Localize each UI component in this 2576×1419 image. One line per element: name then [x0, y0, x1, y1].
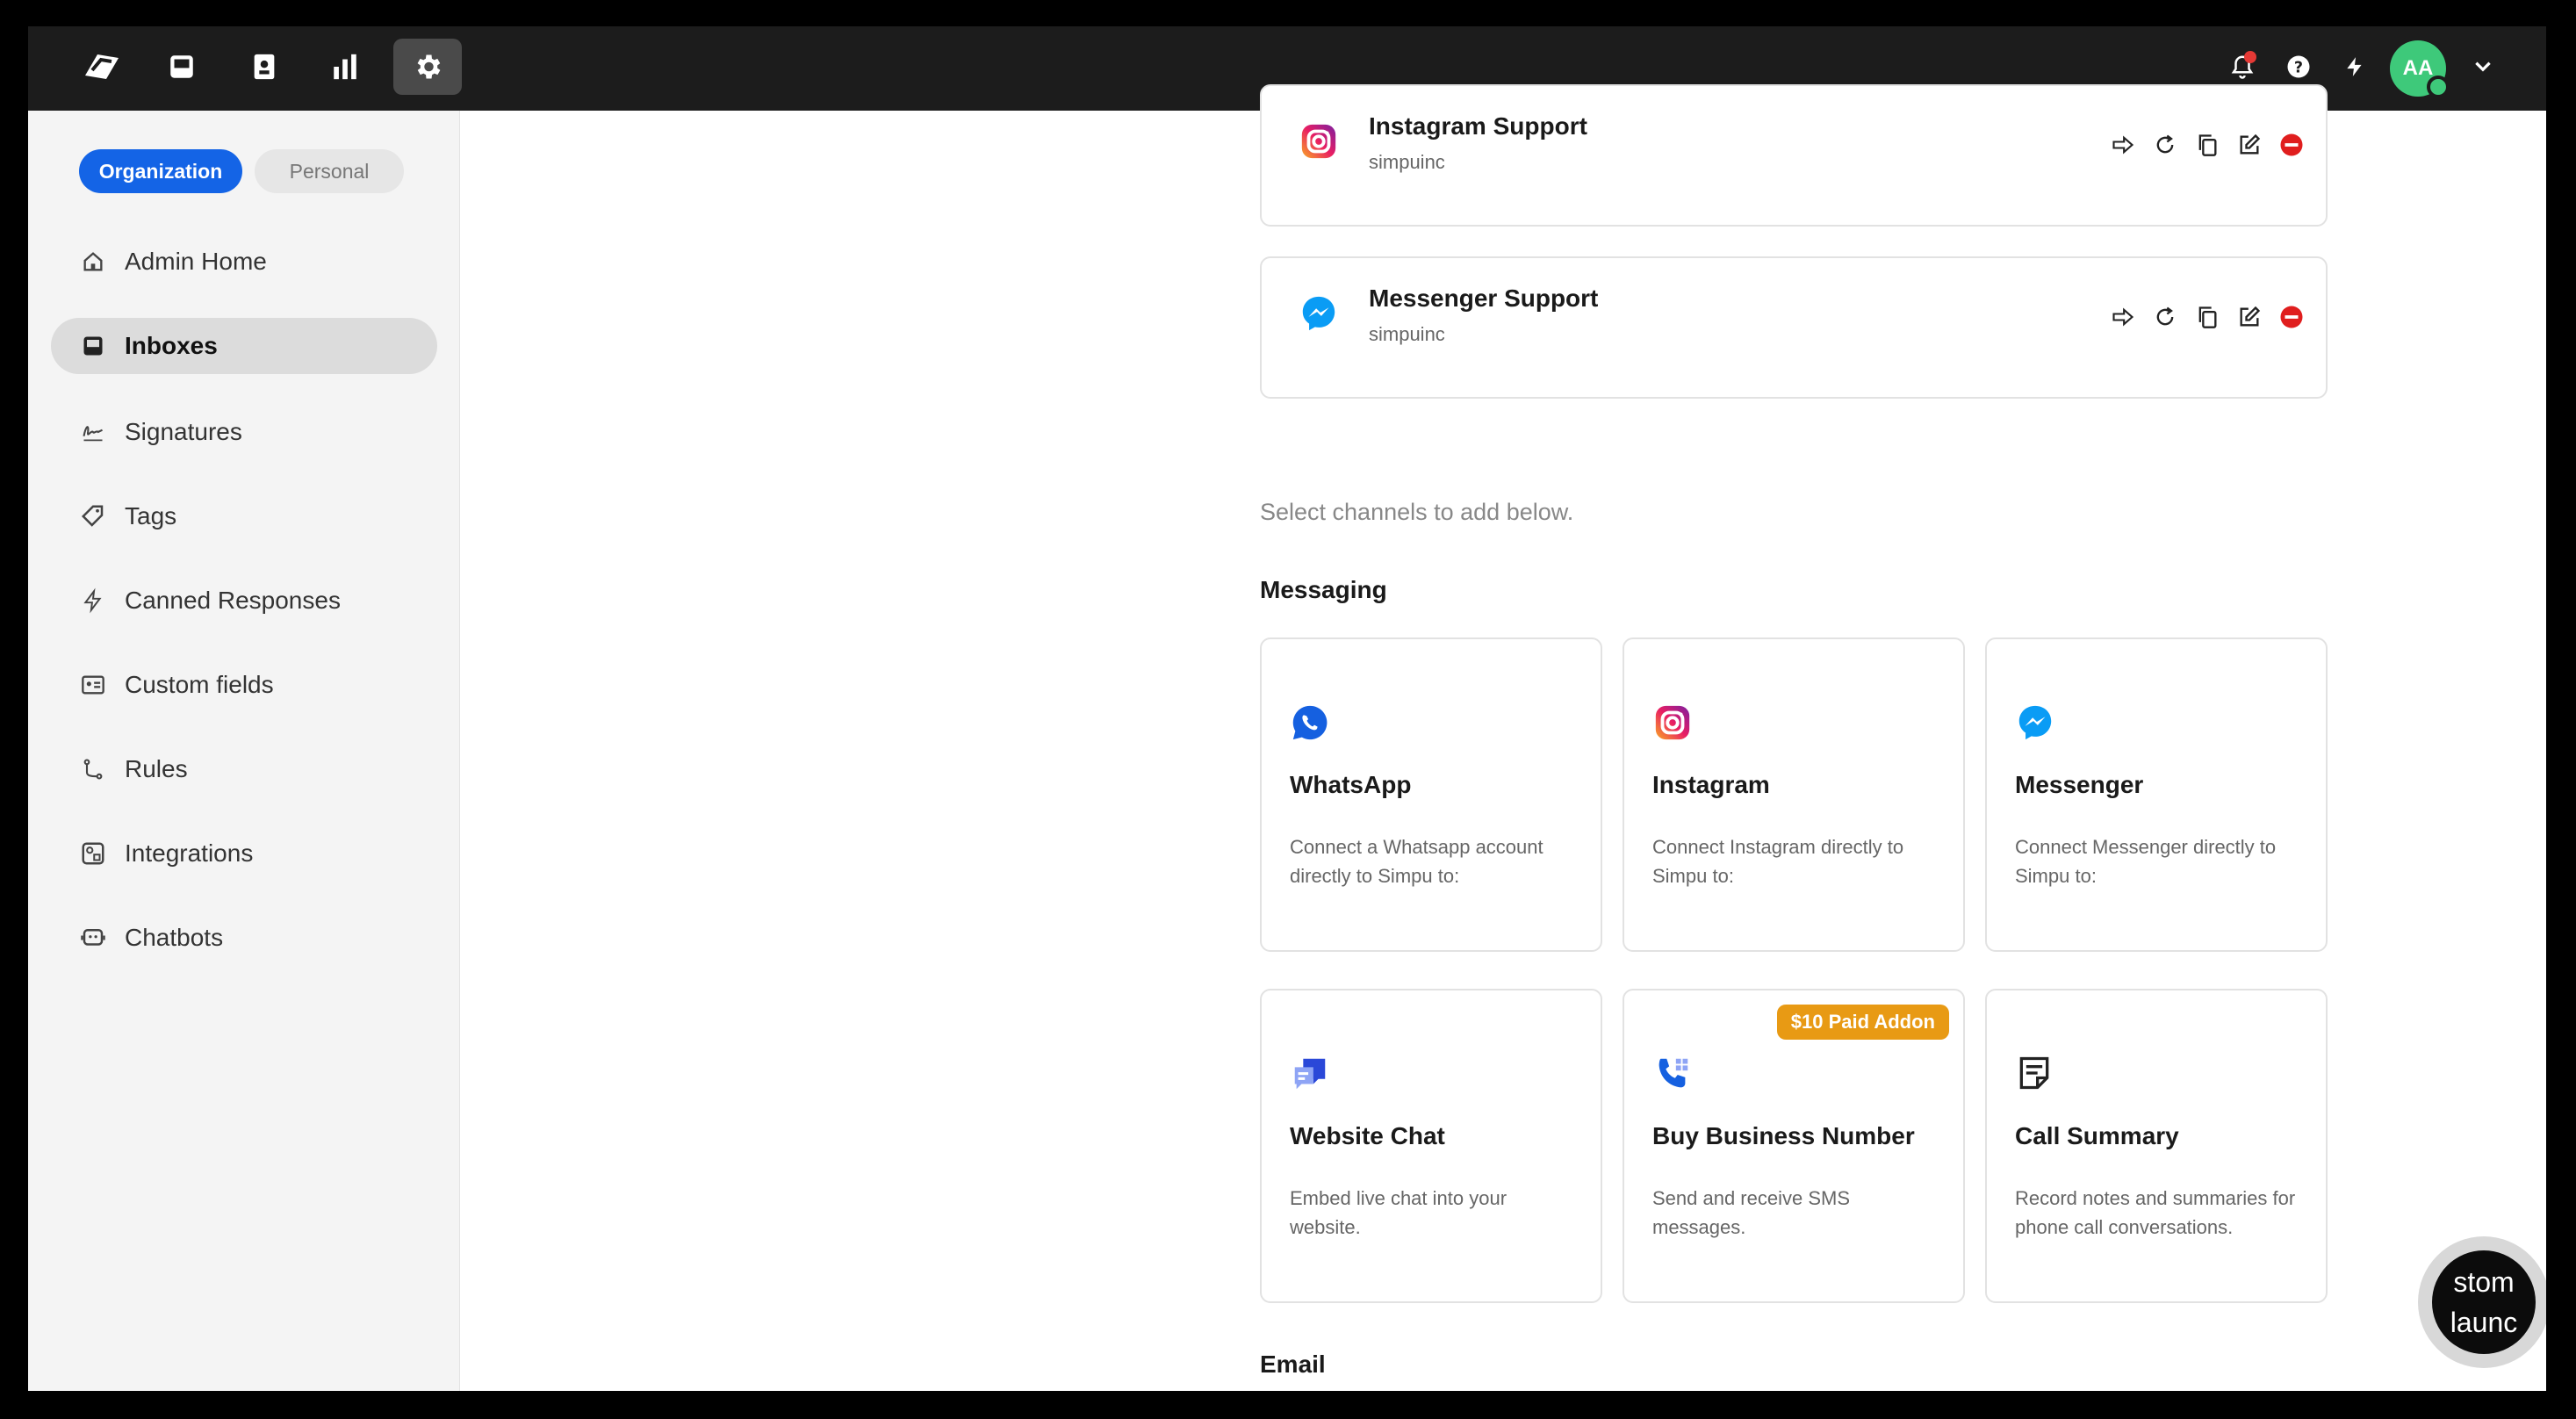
notes-icon	[2015, 1054, 2055, 1094]
channel-title: Messenger	[2015, 771, 2144, 798]
inbox-icon[interactable]	[148, 39, 216, 95]
channel-description: Embed live chat into your website.	[1290, 1187, 1507, 1238]
launcher-text-line-1: stom	[2453, 1266, 2515, 1298]
account-handle: simpuinc	[1369, 151, 1445, 173]
notification-dot	[2244, 51, 2256, 63]
paid-addon-badge: $10 Paid Addon	[1776, 1005, 1949, 1040]
messenger-icon	[2015, 702, 2055, 743]
channel-title: Call Summary	[2015, 1122, 2179, 1149]
sidebar-item-label: Chatbots	[125, 924, 224, 951]
app-window: ? AA Organization Personal Admin Home In…	[28, 26, 2546, 1391]
instagram-icon	[1652, 702, 1693, 743]
channel-description: Connect Messenger directly to Simpu to:	[2015, 836, 2277, 887]
messenger-icon	[1299, 293, 1339, 334]
contacts-icon[interactable]	[230, 39, 299, 95]
home-icon	[79, 248, 107, 276]
whatsapp-icon	[1290, 702, 1330, 743]
website-chat-icon	[1290, 1054, 1330, 1094]
channel-card-call-summary[interactable]: Call Summary Record notes and summaries …	[1985, 989, 2328, 1303]
channel-card-messenger[interactable]: Messenger Connect Messenger directly to …	[1985, 637, 2328, 952]
sidebar-item-label: Admin Home	[125, 248, 267, 275]
sidebar-item-custom-fields[interactable]: Custom fields	[51, 657, 437, 713]
section-title-messaging: Messaging	[1260, 576, 1387, 603]
chat-launcher-button[interactable]: stom launc	[2418, 1236, 2546, 1368]
analytics-icon[interactable]	[311, 39, 379, 95]
sidebar-item-label: Rules	[125, 755, 188, 782]
copy-icon[interactable]	[2192, 130, 2222, 160]
bolt-icon	[79, 587, 107, 615]
edit-icon[interactable]	[2234, 130, 2264, 160]
settings-sidebar: Organization Personal Admin Home Inboxes…	[28, 111, 460, 1391]
sidebar-item-admin-home[interactable]: Admin Home	[51, 234, 437, 290]
account-card-instagram-support[interactable]: Instagram Support simpuinc	[1260, 84, 2328, 227]
inbox-icon	[79, 332, 107, 360]
instagram-icon	[1299, 121, 1339, 162]
remove-icon[interactable]	[2277, 130, 2306, 160]
chatbot-icon	[79, 924, 107, 952]
remove-icon[interactable]	[2277, 302, 2306, 332]
sidebar-item-rules[interactable]: Rules	[51, 741, 437, 797]
edit-icon[interactable]	[2234, 302, 2264, 332]
channel-card-instagram[interactable]: Instagram Connect Instagram directly to …	[1623, 637, 1965, 952]
channel-description: Connect Instagram directly to Simpu to:	[1652, 836, 1904, 887]
sidebar-item-label: Integrations	[125, 839, 254, 867]
avatar-initials: AA	[2402, 56, 2434, 80]
sidebar-item-label: Custom fields	[125, 671, 274, 698]
personal-toggle[interactable]: Personal	[255, 149, 404, 193]
channels-hint: Select channels to add below.	[1260, 499, 1574, 525]
channel-description: Connect a Whatsapp account directly to S…	[1290, 836, 1543, 887]
channel-card-buy-business-number[interactable]: $10 Paid Addon Buy Business Number Send …	[1623, 989, 1965, 1303]
account-card-messenger-support[interactable]: Messenger Support simpuinc	[1260, 256, 2328, 399]
sidebar-item-chatbots[interactable]: Chatbots	[51, 910, 437, 966]
refresh-icon[interactable]	[2150, 302, 2180, 332]
account-name: Messenger Support	[1369, 285, 1599, 312]
account-actions	[2108, 130, 2306, 160]
bolt-icon[interactable]	[2335, 47, 2374, 86]
rules-icon	[79, 755, 107, 783]
logo-icon[interactable]	[67, 39, 135, 95]
sidebar-item-inboxes[interactable]: Inboxes	[51, 318, 437, 374]
launcher-text-line-2: launc	[2450, 1307, 2518, 1338]
organization-toggle[interactable]: Organization	[79, 149, 242, 193]
tag-icon	[79, 502, 107, 530]
channel-description: Send and receive SMS messages.	[1652, 1187, 1851, 1238]
phone-icon	[1652, 1054, 1693, 1094]
sidebar-item-label: Inboxes	[125, 332, 218, 359]
chevron-down-icon[interactable]	[2464, 47, 2502, 86]
channel-title: Buy Business Number	[1652, 1122, 1915, 1149]
online-status-dot	[2427, 76, 2450, 98]
forward-arrow-icon[interactable]	[2108, 130, 2138, 160]
channel-title: WhatsApp	[1290, 771, 1412, 798]
integrations-icon	[79, 839, 107, 868]
forward-arrow-icon[interactable]	[2108, 302, 2138, 332]
main-content: Instagram Support simpuinc Messenger Sup…	[461, 84, 2546, 1391]
sidebar-item-label: Signatures	[125, 418, 242, 445]
id-card-icon	[79, 671, 107, 699]
account-actions	[2108, 302, 2306, 332]
help-icon[interactable]: ?	[2279, 47, 2318, 86]
refresh-icon[interactable]	[2150, 130, 2180, 160]
chat-launcher-label: stom launc	[2432, 1250, 2536, 1354]
account-name: Instagram Support	[1369, 112, 1587, 140]
settings-icon[interactable]	[393, 39, 462, 95]
sidebar-item-label: Canned Responses	[125, 587, 341, 614]
channel-card-whatsapp[interactable]: WhatsApp Connect a Whatsapp account dire…	[1260, 637, 1602, 952]
copy-icon[interactable]	[2192, 302, 2222, 332]
section-title-email: Email	[1260, 1351, 1326, 1378]
bell-icon[interactable]	[2223, 47, 2262, 86]
channel-description: Record notes and summaries for phone cal…	[2015, 1187, 2296, 1238]
sidebar-item-canned-responses[interactable]: Canned Responses	[51, 573, 437, 629]
channel-title: Instagram	[1652, 771, 1770, 798]
sidebar-item-signatures[interactable]: Signatures	[51, 404, 437, 460]
signature-icon	[79, 418, 107, 446]
sidebar-item-integrations[interactable]: Integrations	[51, 825, 437, 882]
sidebar-item-tags[interactable]: Tags	[51, 488, 437, 544]
channel-title: Website Chat	[1290, 1122, 1445, 1149]
sidebar-item-label: Tags	[125, 502, 177, 529]
account-handle: simpuinc	[1369, 323, 1445, 345]
svg-text:?: ?	[2294, 59, 2303, 76]
channel-card-website-chat[interactable]: Website Chat Embed live chat into your w…	[1260, 989, 1602, 1303]
